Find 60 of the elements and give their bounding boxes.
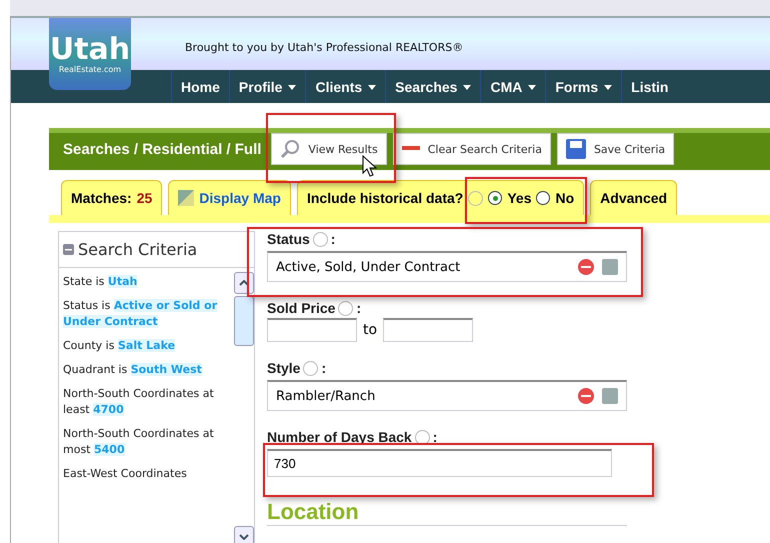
panel-title: Search Criteria [78, 240, 198, 259]
range-separator: to [363, 322, 378, 338]
criteria-item: Quadrant is South West [63, 362, 203, 378]
collapse-icon[interactable] [63, 244, 74, 255]
display-map-link[interactable]: Display Map [199, 190, 281, 206]
label-colon: : [330, 231, 336, 247]
advanced-tab[interactable]: Advanced [590, 180, 678, 215]
radio-label: Yes [507, 190, 532, 206]
remove-icon[interactable] [578, 259, 594, 275]
label-colon: : [356, 300, 362, 316]
field-label: Status [267, 231, 310, 247]
toolbar-button[interactable]: Save Criteria [556, 133, 674, 165]
cursor-icon [362, 155, 378, 177]
help-icon[interactable] [338, 300, 354, 316]
input-field[interactable] [383, 318, 474, 342]
tagline: Brought to you by Utah's Professional REALTORS® [185, 40, 464, 54]
label-colon: : [321, 360, 326, 376]
criteria-item: State is Utah [63, 274, 138, 290]
criteria-item: North-South Coordinates at least 4700 [63, 386, 215, 418]
match-count: 25 [136, 190, 152, 206]
magnifier-icon [280, 139, 300, 159]
field-label: Style [267, 360, 300, 376]
nav-menu-item[interactable]: Listin [621, 70, 678, 103]
toolbar-button[interactable]: View Results [271, 133, 387, 165]
minus-icon [402, 146, 420, 152]
input-field[interactable]: 730 [267, 449, 612, 477]
matches-tab[interactable]: Matches: 25 [61, 180, 162, 215]
criteria-item: North-South Coordinates at most 5400 [63, 426, 215, 458]
nav-menu-item[interactable]: Profile [228, 70, 306, 103]
nav-menu-item[interactable]: Searches [385, 70, 480, 103]
criteria-item: Status is Active or Sold or Under Contract [63, 298, 218, 330]
nav-menu-item[interactable]: Forms [545, 70, 622, 103]
chevron-down-icon [239, 534, 249, 540]
select-field[interactable]: Rambler/Ranch [267, 380, 627, 411]
scrollbar-thumb[interactable] [234, 296, 254, 346]
field-label: Number of Days Back [267, 429, 412, 445]
breadcrumb: Searches / Residential / Full [63, 140, 262, 158]
scroll-down-button[interactable] [234, 526, 254, 543]
map-icon [178, 190, 194, 206]
matches-label: Matches: [71, 190, 132, 206]
help-icon[interactable] [414, 430, 430, 444]
field-label: Sold Price [267, 300, 336, 316]
map-tab[interactable]: Display Map [168, 180, 291, 215]
historical-data-label: Include historical data? [306, 190, 464, 206]
nav-menu-item[interactable]: Clients [305, 70, 386, 103]
input-field[interactable] [267, 318, 357, 342]
section-heading: Location [267, 495, 627, 526]
nav-menu-item[interactable]: Home [171, 70, 229, 103]
nav-menu-item[interactable]: CMA [480, 70, 546, 103]
criteria-item: East-West Coordinates [63, 466, 188, 482]
site-logo[interactable]: Utah RealEstate.com [49, 18, 131, 90]
chevron-up-icon [239, 280, 249, 286]
radio-button[interactable] [488, 191, 502, 205]
radio-label: No [555, 190, 574, 206]
radio-button[interactable] [536, 191, 550, 205]
select-field[interactable]: Active, Sold, Under Contract [267, 251, 627, 282]
criteria-item: County is Salt Lake [63, 338, 176, 354]
label-colon: : [432, 429, 438, 445]
remove-icon[interactable] [578, 388, 594, 404]
scroll-up-button[interactable] [234, 272, 254, 294]
